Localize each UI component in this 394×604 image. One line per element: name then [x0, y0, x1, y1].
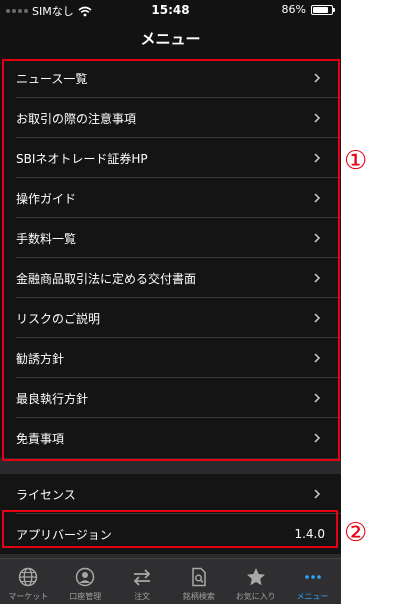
annotation-callout-2: ②: [344, 518, 368, 548]
tab-label: 銘柄検索: [182, 592, 215, 601]
tab-label: メニュー: [296, 592, 329, 601]
tab-label: お気に入り: [235, 592, 276, 601]
tab-account[interactable]: 口座管理: [57, 559, 114, 604]
menu-item-label: ライセンス: [16, 487, 76, 502]
battery-icon: [311, 4, 335, 15]
status-bar: SIMなし 15:48 86%: [0, 0, 341, 20]
tab-label: 注文: [134, 592, 151, 601]
tab-stock-search[interactable]: 銘柄検索: [170, 559, 227, 604]
navigation-bar: メニュー: [0, 20, 341, 58]
page-title: メニュー: [140, 30, 201, 48]
star-icon: [246, 568, 265, 586]
tab-label: マーケット: [8, 592, 49, 601]
globe-icon: [19, 567, 38, 587]
tab-favorites[interactable]: お気に入り: [227, 559, 284, 604]
annotation-callout-1: ①: [344, 146, 368, 176]
tab-order[interactable]: 注文: [114, 559, 171, 604]
document-search-icon: [192, 567, 206, 587]
annotation-box-1: [2, 59, 340, 461]
more-dots-icon: [304, 575, 321, 579]
annotation-box-2: [2, 510, 338, 548]
swap-arrows-icon: [133, 569, 151, 586]
tab-label: 口座管理: [69, 592, 102, 601]
tab-menu[interactable]: メニュー: [284, 559, 341, 604]
battery-percent: 86%: [281, 3, 306, 16]
tab-market[interactable]: マーケット: [0, 559, 57, 604]
chevron-right-icon: [314, 489, 321, 499]
user-circle-icon: [75, 567, 95, 587]
menu-item-license[interactable]: ライセンス: [0, 474, 341, 514]
tab-bar: マーケット 口座管理 注文 銘柄検索 お気に入り メニュー: [0, 558, 341, 604]
